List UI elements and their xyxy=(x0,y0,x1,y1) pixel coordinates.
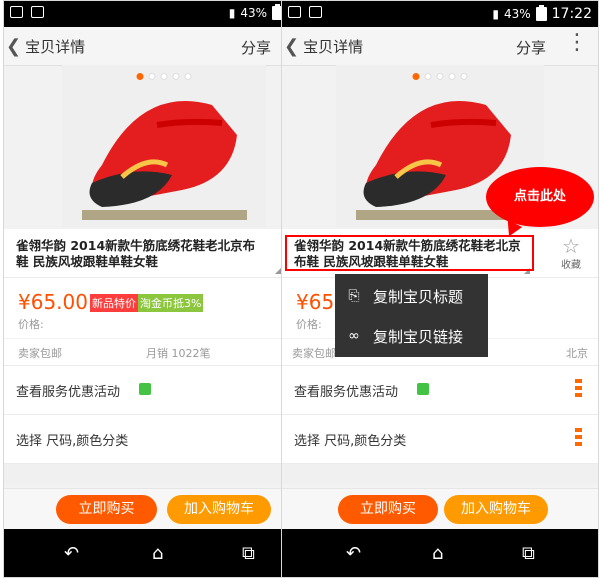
clock: 17:22 xyxy=(551,6,592,22)
phone-screen-left: ▮ 43% ❮ 宝贝详情 分享 雀翎华韵 2014新款牛筋底绣花鞋老北京布鞋 民… xyxy=(3,0,290,578)
more-options-icon[interactable]: ⋮ xyxy=(566,32,588,54)
carousel-dot xyxy=(136,73,144,80)
carousel-dot xyxy=(148,73,156,80)
service-promotions-label: 查看服务优惠活动 xyxy=(294,385,399,400)
shipping-info: 卖家包邮 xyxy=(18,347,62,360)
divider xyxy=(4,464,289,484)
carousel-dot xyxy=(184,73,192,80)
carousel-indicator xyxy=(412,73,468,80)
action-bar: 立即购买 加入购物车 xyxy=(4,488,289,531)
favorite-button[interactable]: ☆ 收藏 xyxy=(552,236,590,271)
add-to-cart-button[interactable]: 加入购物车 xyxy=(167,495,271,524)
status-bar: ▮ 43% 17:22 xyxy=(282,1,598,27)
notification-icon xyxy=(10,6,23,18)
battery-icon xyxy=(535,5,547,21)
home-icon[interactable]: ⌂ xyxy=(432,543,443,564)
tap-here-callout: 点击此处 xyxy=(486,167,594,227)
copy-context-menu: ⎘ 复制宝贝标题 ∞ 复制宝贝链接 xyxy=(335,274,488,357)
notification-check-icon xyxy=(309,6,322,18)
action-bar: 立即购买 加入购物车 xyxy=(282,488,598,531)
buy-now-button[interactable]: 立即购买 xyxy=(338,495,438,524)
coin-discount-badge: 淘金币抵3% xyxy=(138,294,204,312)
recent-apps-icon[interactable]: ⧉ xyxy=(242,543,255,564)
select-options-label: 选择 尺码,颜色分类 xyxy=(294,434,407,449)
location: 北京 xyxy=(566,347,588,360)
notification-check-icon xyxy=(31,6,44,18)
system-nav-bar: ↶ ⌂ ⧉ xyxy=(282,529,598,577)
shipping-info: 卖家包邮 xyxy=(292,347,336,360)
price-label: 价格: xyxy=(18,318,44,331)
red-shoe-image xyxy=(62,65,266,228)
price-block: ¥65.00 新品特价 淘金币抵3% 价格: xyxy=(4,278,289,338)
buy-now-button[interactable]: 立即购买 xyxy=(56,495,157,524)
carousel-dot xyxy=(460,73,468,80)
top-nav-bar: ❮ 宝贝详情 分享 xyxy=(4,27,289,66)
share-button[interactable]: 分享 xyxy=(516,37,546,58)
favorite-label: 收藏 xyxy=(561,260,581,271)
product-price: ¥65 xyxy=(296,290,335,314)
shipping-row: 卖家包邮 月销 1022笔 xyxy=(4,339,289,366)
select-options-row[interactable]: 选择 尺码,颜色分类 xyxy=(4,415,289,464)
service-promotions-row[interactable]: 查看服务优惠活动 xyxy=(4,366,289,415)
select-options-row[interactable]: 选择 尺码,颜色分类 xyxy=(282,415,598,464)
carousel-dot xyxy=(160,73,168,80)
share-button[interactable]: 分享 xyxy=(241,37,271,58)
page-title: 宝贝详情 xyxy=(25,38,86,56)
carousel-dot xyxy=(412,73,420,80)
carousel-dot xyxy=(448,73,456,80)
menu-item-label: 复制宝贝链接 xyxy=(373,327,464,346)
menu-item-label: 复制宝贝标题 xyxy=(373,287,464,306)
home-icon[interactable]: ⌂ xyxy=(152,543,163,564)
service-promotions-label: 查看服务优惠活动 xyxy=(16,385,121,400)
system-nav-bar: ↶ ⌂ ⧉ xyxy=(4,529,289,577)
back-icon[interactable]: ↶ xyxy=(64,543,79,564)
chevron-left-icon: ❮ xyxy=(6,35,22,57)
promo-icon xyxy=(139,383,151,395)
monthly-sales: 月销 1022笔 xyxy=(146,347,211,360)
product-title[interactable]: 雀翎华韵 2014新款牛筋底绣花鞋老北京布鞋 民族风坡跟鞋单鞋女鞋 xyxy=(16,238,266,270)
service-promotions-row[interactable]: 查看服务优惠活动 xyxy=(282,366,598,415)
menu-item-copy-link[interactable]: ∞ 复制宝贝链接 xyxy=(335,316,488,356)
recent-apps-icon[interactable]: ⧉ xyxy=(522,543,535,564)
new-item-badge: 新品特价 xyxy=(90,294,138,312)
copy-icon: ⎘ xyxy=(348,288,360,304)
back-icon[interactable]: ↶ xyxy=(346,543,361,564)
more-dots-icon xyxy=(575,428,582,446)
link-icon: ∞ xyxy=(348,328,360,344)
star-icon: ☆ xyxy=(562,234,580,258)
top-nav-bar: ❮ 宝贝详情 分享 ⋮ xyxy=(282,27,598,66)
battery-percent: 43% xyxy=(503,7,531,21)
price-label: 价格: xyxy=(296,318,322,331)
back-button[interactable]: ❮ 宝贝详情 xyxy=(284,36,363,57)
signal-icon: ▮ xyxy=(228,6,236,20)
status-bar: ▮ 43% xyxy=(4,1,289,27)
carousel-dot xyxy=(436,73,444,80)
select-options-label: 选择 尺码,颜色分类 xyxy=(16,434,129,449)
menu-item-copy-title[interactable]: ⎘ 复制宝贝标题 xyxy=(335,276,488,316)
promo-icon xyxy=(417,383,429,395)
carousel-indicator xyxy=(136,73,192,80)
product-price: ¥65.00 xyxy=(18,290,88,314)
signal-icon: ▮ xyxy=(492,7,499,21)
product-title-block[interactable]: 雀翎华韵 2014新款牛筋底绣花鞋老北京布鞋 民族风坡跟鞋单鞋女鞋 xyxy=(4,229,289,278)
more-dots-icon xyxy=(575,379,582,397)
chevron-left-icon: ❮ xyxy=(284,35,300,57)
title-highlight-box xyxy=(285,235,534,271)
carousel-dot xyxy=(172,73,180,80)
divider xyxy=(282,464,598,484)
back-button[interactable]: ❮ 宝贝详情 xyxy=(6,36,85,57)
battery-percent: 43% xyxy=(240,6,267,20)
add-to-cart-button[interactable]: 加入购物车 xyxy=(444,495,548,524)
product-image[interactable] xyxy=(62,65,266,228)
notification-icon xyxy=(288,6,301,18)
page-title: 宝贝详情 xyxy=(303,38,364,56)
carousel-dot xyxy=(424,73,432,80)
